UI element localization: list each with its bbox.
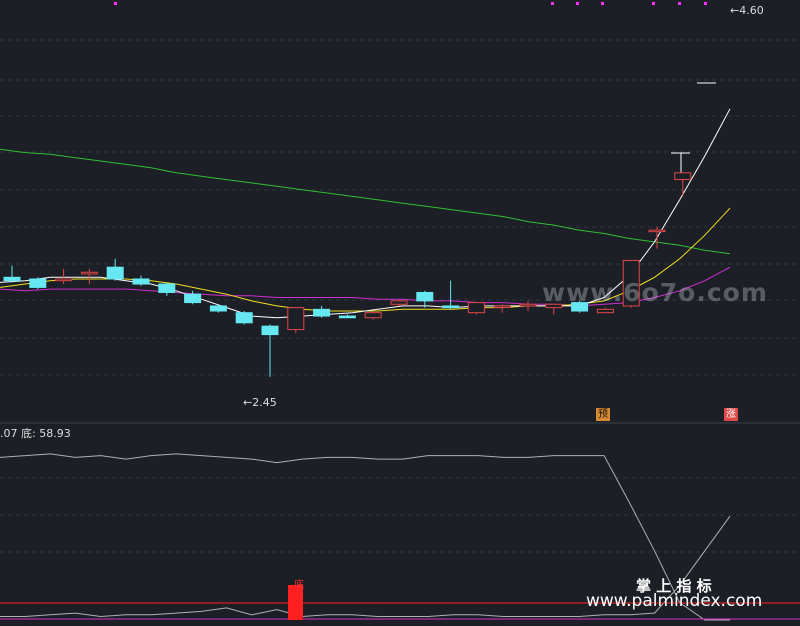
top-marker-dot [704,2,707,5]
candle [467,302,485,315]
watermark: www.6o7o.com [542,278,768,307]
arrow-left-icon: ← [243,396,253,409]
candle-body [29,278,47,288]
candle [493,304,511,313]
candle [313,305,331,318]
candle-body [184,293,202,304]
indicator-readout: .07 底: 58.93 [0,427,71,440]
candle-body [648,229,666,233]
candle-body [338,315,356,319]
candle-body [442,305,460,309]
candle [519,300,537,312]
candle [287,307,305,333]
candle-body [390,300,408,305]
candlesticks [3,172,692,377]
candle-body [364,312,382,319]
top-marker-dot [652,2,655,5]
candle-body [235,312,253,324]
candle [158,282,176,296]
candle [596,307,614,314]
top-marker-dot [678,2,681,5]
ma-long-line [0,148,731,255]
candle [416,290,434,308]
candle [106,258,124,281]
candle-body [3,276,21,282]
candle-body [467,302,485,314]
low-price-label: ←2.45 [243,396,277,409]
candle [364,311,382,320]
candle [338,314,356,319]
candle-body [596,308,614,314]
candle-body [493,305,511,308]
rise-badge: 涨 [724,408,738,421]
indicator-prefix: .07 [0,427,18,440]
top-marker-dot [551,2,554,5]
candle [235,311,253,325]
bottom-signal-label: 底 [294,580,304,591]
candle-body [80,271,98,275]
indicator-value: 58.93 [39,427,71,440]
candle-body [261,325,279,336]
candle-body [55,278,73,282]
candle [29,277,47,290]
candle [209,304,227,313]
footer-url: www.palmindex.com [586,591,763,611]
candle-body [313,308,331,317]
top-marker-dot [114,2,117,5]
stock-chart [0,2,800,621]
top-marker-dot [576,2,579,5]
arrow-left-icon: ← [730,4,740,17]
candle-body [674,172,692,181]
candle [442,280,460,310]
candle-body [106,266,124,280]
candle-body [416,291,434,302]
candle-body [158,283,176,293]
candle [3,265,21,283]
candle-body [287,307,305,331]
top-marker-dot [601,2,604,5]
candle-body [209,305,227,312]
candle [80,268,98,285]
candle-body [519,303,537,307]
high-price-label: ←4.60 [730,4,764,17]
pre-badge: 预 [596,408,610,421]
candle [55,268,73,285]
candle [261,324,279,377]
candle [132,275,150,286]
indicator-name: 底 [21,427,32,440]
candle-body [132,278,150,285]
